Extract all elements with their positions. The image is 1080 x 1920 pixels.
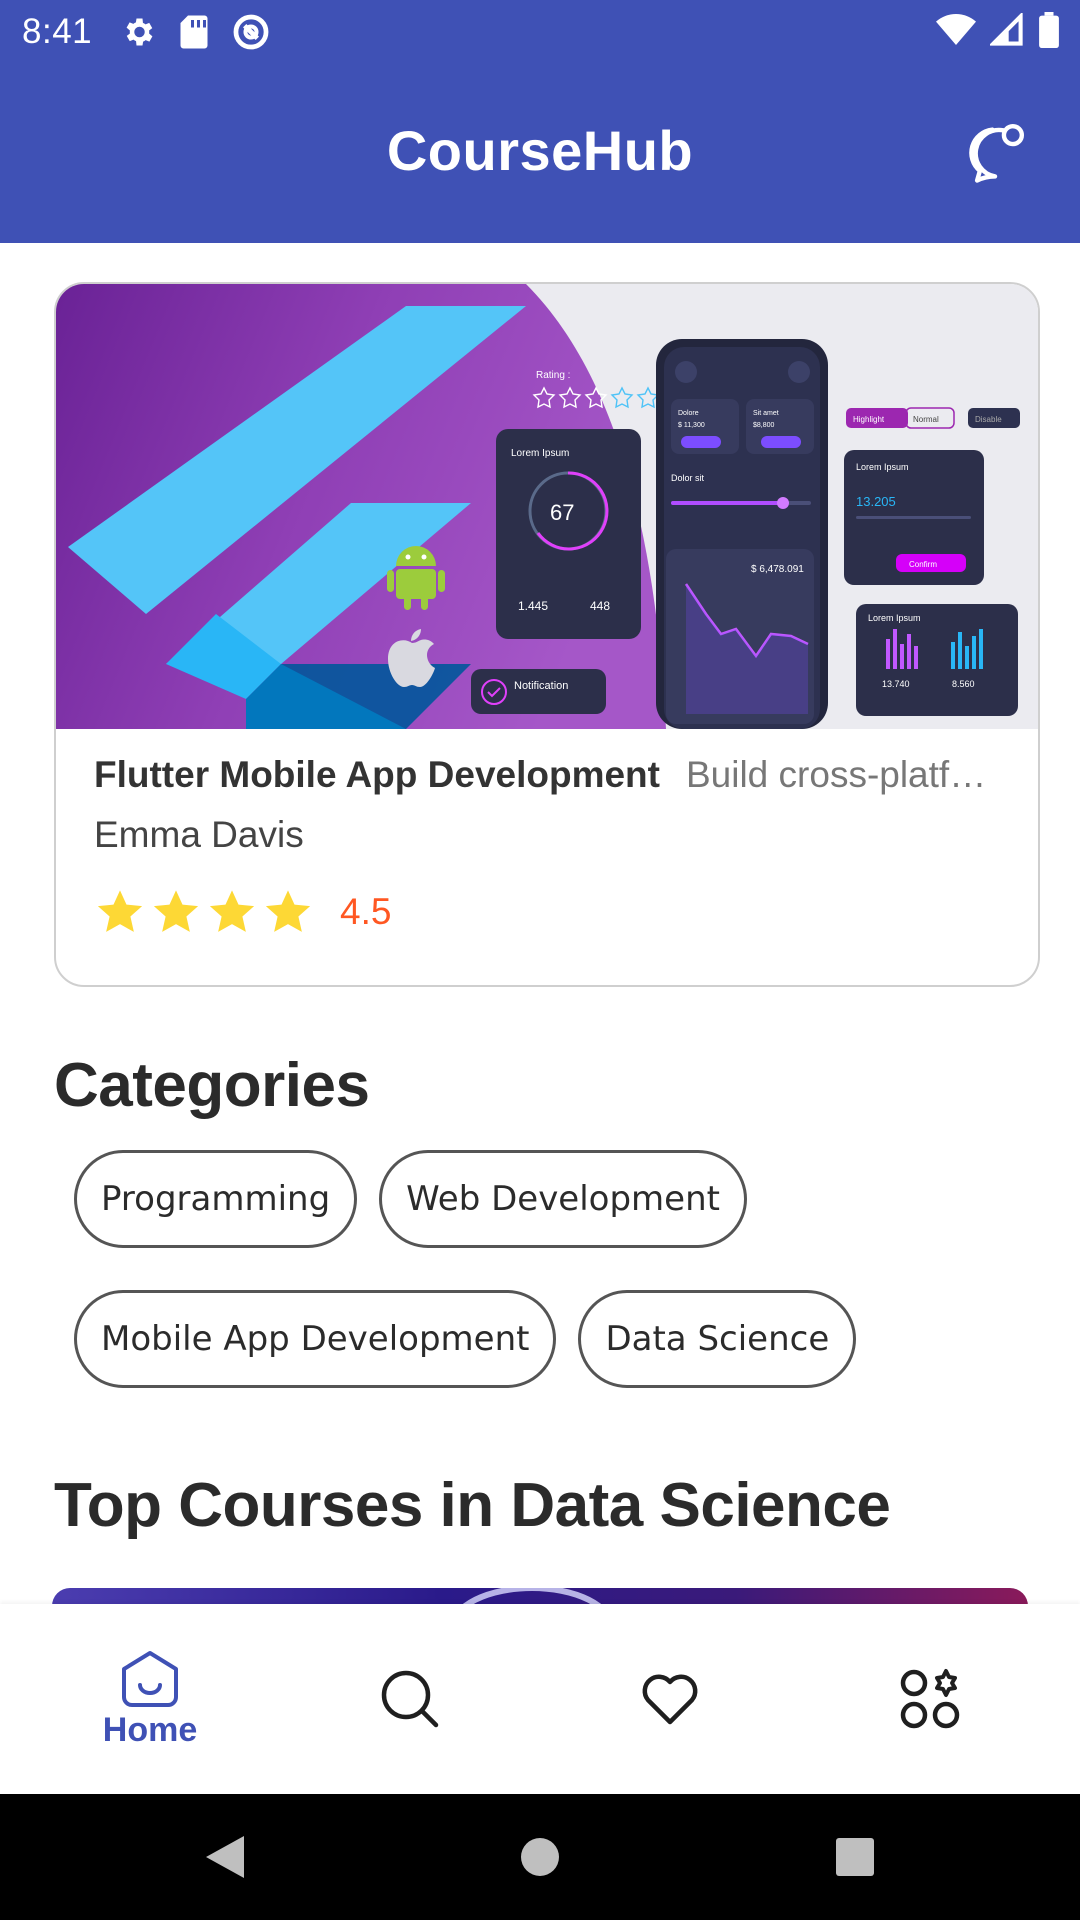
apps-icon (900, 1669, 960, 1729)
back-triangle-icon (206, 1836, 244, 1878)
chat-button[interactable] (962, 120, 1028, 186)
nav-home-label: Home (102, 1710, 198, 1749)
banner-lorem-1: Lorem Ipsum (511, 448, 569, 459)
top-courses-title: Top Courses in Data Science (54, 1471, 891, 1540)
category-chip-mobile-app-development[interactable]: Mobile App Development (74, 1290, 557, 1388)
sync-icon (233, 14, 269, 50)
settings-icon (126, 18, 153, 46)
banner-normal: Normal (913, 415, 939, 424)
rating-value: 4.5 (340, 891, 392, 932)
banner-dollar-2: 448 (590, 599, 610, 613)
star-icon (209, 890, 255, 932)
app-title: CourseHub (386, 119, 694, 182)
sd-card-icon (180, 15, 208, 49)
star-icon (265, 890, 311, 932)
rating-row: 4.5 (94, 886, 1000, 938)
course-author: Emma Davis (94, 814, 304, 855)
banner-val-a: 13.740 (882, 679, 910, 689)
categories-title: Categories (54, 1051, 370, 1120)
signal-icon (990, 13, 1023, 46)
banner-rating-label: Rating : (536, 370, 570, 381)
wifi-icon (936, 14, 976, 45)
banner-percent: 67 (550, 500, 574, 525)
banner-lorem-2: Lorem Ipsum (856, 462, 909, 472)
star-icon (97, 890, 143, 932)
recents-square-icon (836, 1838, 874, 1876)
course-description: Build cross-platf… (685, 754, 987, 795)
status-left-icons (120, 13, 270, 51)
banner-amount: $ 6,478.091 (751, 564, 804, 575)
home-circle-icon (521, 1838, 559, 1876)
banner-val-b: 8.560 (952, 679, 975, 689)
heart-icon (642, 1674, 698, 1725)
app-bar: CourseHub (0, 64, 1080, 243)
flutter-banner-illustration: Rating : Lorem Ipsum 67 1.445 448 Notifi… (56, 284, 1038, 729)
course-title-row: Flutter Mobile App Development Build cro… (94, 754, 1000, 796)
nav-home[interactable]: Home (70, 1604, 230, 1794)
banner-sitamet: Sit amet (753, 410, 779, 417)
battery-icon (1039, 12, 1059, 48)
status-right-icons (936, 12, 1060, 48)
course-banner-image: Rating : Lorem Ipsum 67 1.445 448 Notifi… (56, 284, 1038, 729)
star-icon (153, 890, 199, 932)
category-chip-web-development[interactable]: Web Development (379, 1150, 747, 1248)
course-info: Flutter Mobile App Development Build cro… (94, 754, 1000, 938)
banner-dolore-val: $ 11,300 (678, 422, 705, 429)
category-chip-programming[interactable]: Programming (74, 1150, 358, 1248)
banner-dollar-1: 1.445 (518, 599, 548, 613)
course-title: Flutter Mobile App Development (94, 754, 660, 795)
banner-confirm: Confirm (909, 560, 937, 569)
status-time: 8:41 (22, 12, 93, 51)
banner-disable: Disable (975, 415, 1002, 424)
featured-course-card[interactable]: Rating : Lorem Ipsum 67 1.445 448 Notifi… (54, 282, 1040, 987)
nav-apps[interactable] (850, 1604, 1010, 1794)
bottom-navigation: Home (0, 1604, 1080, 1794)
search-icon (381, 1670, 439, 1728)
system-navigation-bar (0, 1794, 1080, 1920)
category-chips: Programming Web Development Mobile App D… (74, 1150, 974, 1388)
banner-notification: Notification (514, 680, 568, 692)
system-recents-button[interactable] (830, 1794, 880, 1920)
system-back-button[interactable] (200, 1794, 250, 1920)
banner-value-1: 13.205 (856, 494, 896, 509)
chat-bubble-icon (969, 123, 1025, 183)
nav-search[interactable] (330, 1604, 490, 1794)
status-bar: 8:41 (0, 0, 1080, 64)
category-chip-data-science[interactable]: Data Science (578, 1290, 857, 1388)
banner-highlight: Highlight (853, 415, 885, 424)
banner-sitamet-val: $8,800 (753, 422, 775, 429)
nav-favorites[interactable] (590, 1604, 750, 1794)
banner-dolor-sit: Dolor sit (671, 473, 705, 483)
banner-lorem-3: Lorem Ipsum (868, 613, 921, 623)
banner-dolore: Dolore (678, 410, 699, 417)
system-home-button[interactable] (515, 1794, 565, 1920)
home-icon (122, 1650, 178, 1707)
